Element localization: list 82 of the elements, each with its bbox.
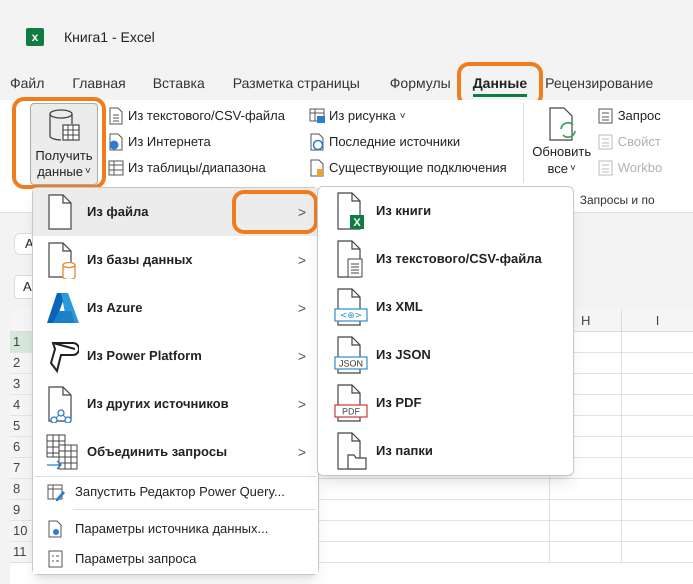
button-label: данные <box>37 164 83 179</box>
row-header: 5 <box>13 417 20 436</box>
row-header: 9 <box>13 501 20 520</box>
window-title: Книга1 - Excel <box>64 28 155 46</box>
submenu-item[interactable]: Из текстового/CSV-файла <box>318 235 573 283</box>
table-icon <box>108 159 124 177</box>
excel-logo: x <box>26 28 44 46</box>
ribbon-command[interactable]: Существующие подключения <box>308 157 507 179</box>
caret-icon: ˅ <box>570 161 576 177</box>
list-icon <box>47 550 65 568</box>
menu-item-label: Из PDF <box>376 394 422 412</box>
ribbon-tab[interactable]: Главная <box>72 72 126 96</box>
submenu-item[interactable]: <⊕> Из XML <box>318 283 573 331</box>
row-header: 7 <box>13 459 20 478</box>
picture-table-icon <box>308 107 325 125</box>
menu-item-label: Из папки <box>376 442 433 460</box>
row-header: 6 <box>13 438 20 456</box>
table-edit-icon <box>47 483 65 501</box>
chevron-icon: > <box>298 250 306 270</box>
ribbon-tab[interactable]: Разметка страницы <box>232 72 360 96</box>
caret-icon: ˅ <box>84 164 91 179</box>
chevron-icon: > <box>298 394 306 414</box>
menu-item[interactable]: Параметры источника данных... <box>33 514 318 544</box>
get-data-button[interactable]: Получить данные˅ <box>30 103 98 185</box>
ribbon-command[interactable]: Из текстового/CSV-файла <box>108 105 285 127</box>
row-header: 3 <box>13 375 20 394</box>
ribbon-tab[interactable]: Формулы <box>390 72 451 96</box>
ribbon-tab[interactable]: Файл <box>10 72 44 96</box>
ribbon-tab[interactable]: Рецензирование <box>545 72 654 96</box>
refresh-all-button[interactable]: Обновить все˅ <box>530 103 594 177</box>
chevron-icon: > <box>298 298 306 318</box>
group-label: Запросы и по <box>580 192 656 209</box>
menu-item[interactable]: Запустить Редактор Power Query... <box>33 477 318 507</box>
submenu-item[interactable]: Из папки <box>318 427 573 475</box>
chevron-icon: > <box>298 202 306 222</box>
button-label: все <box>548 161 568 177</box>
menu-item-label: Объединить запросы <box>87 443 228 462</box>
menu-item[interactable]: Параметры запроса <box>33 544 318 574</box>
ribbon-command[interactable]: Из рисунка ˅ <box>308 105 507 127</box>
menu-item-label: Из Power Platform <box>87 347 203 366</box>
column-header: H <box>580 312 590 330</box>
menu-item[interactable]: Объединить запросы > <box>33 428 318 476</box>
menu-item-label: Из книги <box>376 202 432 220</box>
menu-item-label: Параметры запроса <box>75 550 196 568</box>
ribbon-tab[interactable]: Данные <box>472 72 528 96</box>
submenu-item[interactable]: X Из книги <box>318 187 573 235</box>
button-label: Обновить <box>532 143 592 161</box>
menu-item-label: Из базы данных <box>87 251 194 270</box>
text-file-icon <box>108 107 124 125</box>
row-header: 1 <box>13 333 20 352</box>
row-header: 8 <box>13 480 20 498</box>
button-label: Получить <box>35 147 93 164</box>
menu-item-label: Из файла <box>87 203 150 222</box>
menu-item-label: Из других источников <box>87 395 230 414</box>
menu-item-label: Из текстового/CSV-файла <box>376 250 542 268</box>
submenu-item[interactable]: PDF Из PDF <box>318 379 573 427</box>
menu-item-label: Параметры источника данных... <box>75 520 268 538</box>
row-header: 2 <box>13 354 20 372</box>
row-header: 10 <box>13 522 28 540</box>
menu-item-label: Из Azure <box>87 299 144 318</box>
row-header: 11 <box>13 543 26 562</box>
menu-item-label: Из XML <box>376 298 423 316</box>
menu-item-label: Из JSON <box>376 346 431 364</box>
ribbon-command[interactable]: Запрос <box>598 105 662 127</box>
panel-icon <box>598 159 614 177</box>
panel-icon <box>598 133 614 151</box>
ribbon-command[interactable]: Последние источники <box>308 131 507 153</box>
ribbon-tab[interactable]: Вставка <box>152 72 205 96</box>
row-header: 4 <box>13 396 20 414</box>
caret-icon: ˅ <box>400 108 406 124</box>
panel-icon <box>598 107 614 125</box>
ribbon-command[interactable]: Из Интернета <box>108 131 285 153</box>
chevron-icon: > <box>298 346 306 366</box>
combine-tables-icon <box>45 433 79 471</box>
submenu-item[interactable]: JSON Из JSON <box>318 331 573 379</box>
refresh-icon <box>546 107 577 141</box>
chevron-icon: > <box>298 442 306 462</box>
ribbon-command[interactable]: Из таблицы/диапазона <box>108 157 285 179</box>
menu-item[interactable]: Из файла > <box>33 188 318 236</box>
name-box-text: A <box>23 278 32 296</box>
column-header: I <box>656 312 660 330</box>
menu-item-label: Запустить Редактор Power Query... <box>75 483 285 502</box>
